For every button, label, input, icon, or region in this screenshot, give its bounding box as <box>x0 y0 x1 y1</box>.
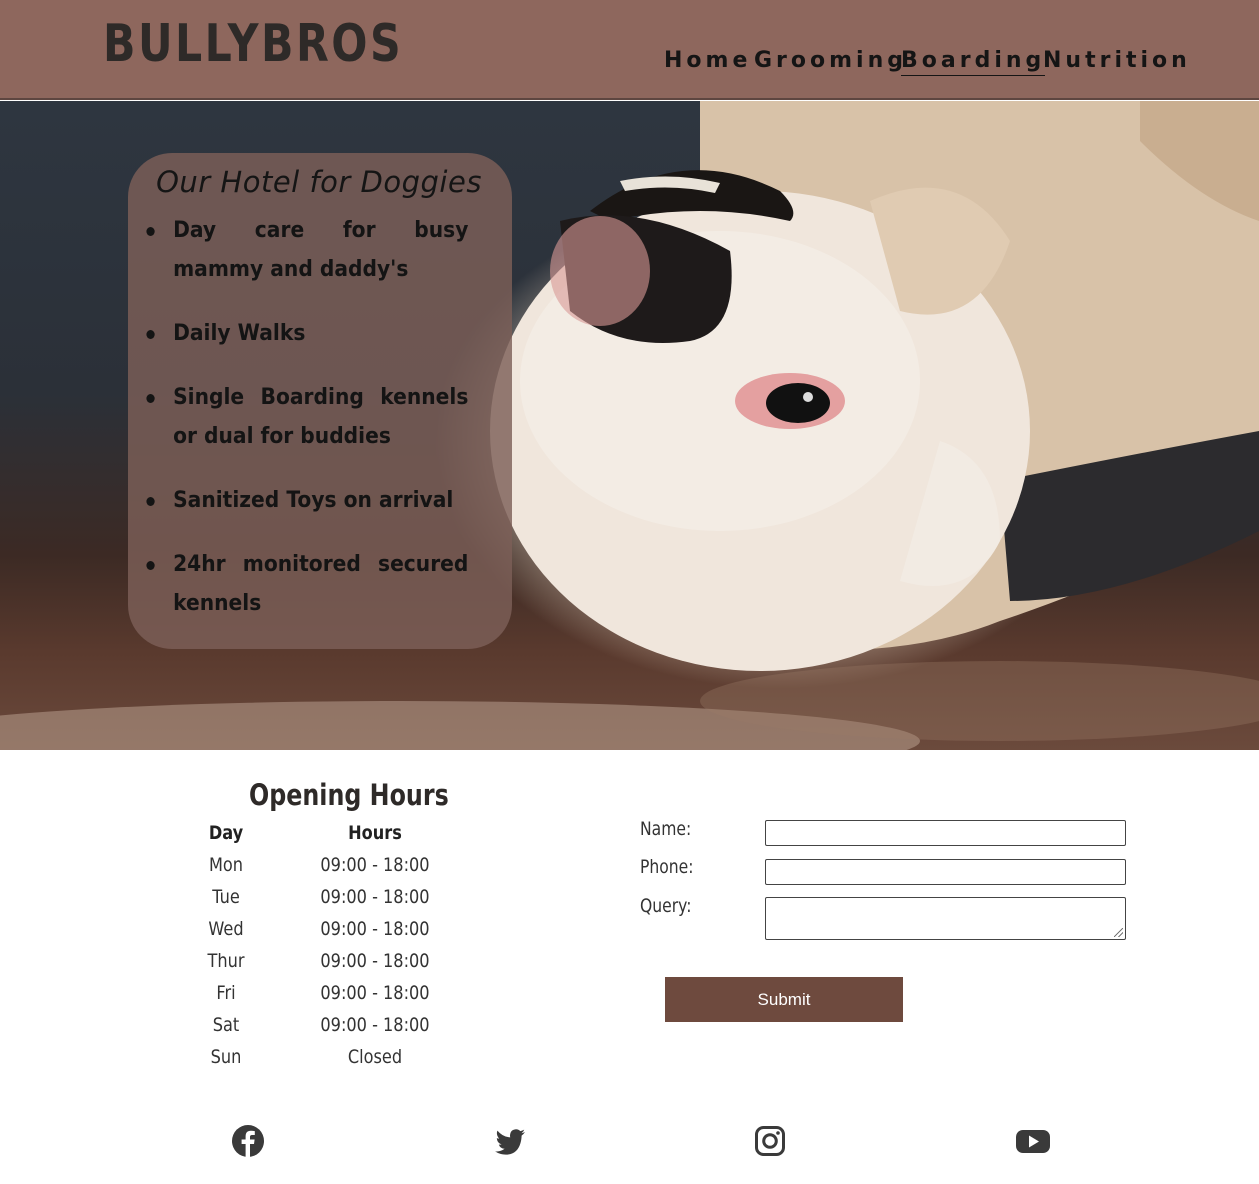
list-item: Day care for busy mammy and daddy's <box>128 211 468 289</box>
hours-cell: 09:00 - 18:00 <box>320 854 430 876</box>
instagram-icon[interactable] <box>753 1124 787 1158</box>
youtube-icon[interactable] <box>1015 1124 1050 1158</box>
main-nav: Home Grooming Boarding Nutrition <box>0 48 1259 82</box>
table-header: Day Hours <box>150 822 460 854</box>
phone-label: Phone: <box>640 856 694 878</box>
hours-cell: 09:00 - 18:00 <box>320 1014 430 1036</box>
facebook-icon[interactable] <box>231 1124 265 1158</box>
name-field[interactable] <box>765 820 1126 846</box>
column-day: Day <box>208 822 244 844</box>
nav-grooming[interactable]: Grooming <box>754 48 907 73</box>
list-item: Sanitized Toys on arrival <box>128 481 468 520</box>
phone-field[interactable] <box>765 859 1126 885</box>
nav-boarding[interactable]: Boarding <box>901 48 1046 76</box>
hero-banner: Our Hotel for Doggies Day care for busy … <box>0 101 1259 750</box>
site-header: BULLYBROS Home Grooming Boarding Nutriti… <box>0 0 1259 100</box>
name-label: Name: <box>640 818 692 840</box>
hours-cell: Closed <box>347 1046 403 1068</box>
hours-cell: 09:00 - 18:00 <box>320 918 430 940</box>
day-cell: Wed <box>208 918 244 940</box>
day-cell: Sat <box>212 1014 240 1036</box>
twitter-icon[interactable] <box>493 1124 527 1158</box>
table-row: Fri 09:00 - 18:00 <box>150 982 460 1014</box>
query-textarea[interactable] <box>765 897 1126 940</box>
table-row: Sun Closed <box>150 1046 460 1078</box>
hours-cell: 09:00 - 18:00 <box>320 886 430 908</box>
hours-cell: 09:00 - 18:00 <box>320 950 430 972</box>
day-cell: Mon <box>208 854 244 876</box>
submit-button[interactable]: Submit <box>665 977 903 1022</box>
list-item: Single Boarding kennels or dual for budd… <box>128 378 468 456</box>
day-cell: Fri <box>216 982 236 1004</box>
nav-home[interactable]: Home <box>664 48 751 73</box>
table-row: Sat 09:00 - 18:00 <box>150 1014 460 1046</box>
card-title: Our Hotel for Doggies <box>156 165 482 199</box>
column-hours: Hours <box>348 822 402 844</box>
hours-cell: 09:00 - 18:00 <box>320 982 430 1004</box>
boarding-features-card: Our Hotel for Doggies Day care for busy … <box>128 153 512 649</box>
opening-hours-title: Opening Hours <box>249 778 449 812</box>
day-cell: Thur <box>207 950 245 972</box>
table-row: Mon 09:00 - 18:00 <box>150 854 460 886</box>
query-label: Query: <box>640 895 692 917</box>
list-item: 24hr monitored secured kennels <box>128 545 468 623</box>
nav-nutrition[interactable]: Nutrition <box>1043 48 1191 73</box>
list-item: Daily Walks <box>128 314 468 353</box>
day-cell: Sun <box>210 1046 242 1068</box>
resize-handle-icon[interactable] <box>1114 928 1123 937</box>
day-cell: Tue <box>212 886 240 908</box>
table-row: Wed 09:00 - 18:00 <box>150 918 460 950</box>
features-list: Day care for busy mammy and daddy's Dail… <box>128 211 498 623</box>
table-row: Thur 09:00 - 18:00 <box>150 950 460 982</box>
table-row: Tue 09:00 - 18:00 <box>150 886 460 918</box>
opening-hours-table: Day Hours Mon 09:00 - 18:00 Tue 09:00 - … <box>150 822 460 1078</box>
